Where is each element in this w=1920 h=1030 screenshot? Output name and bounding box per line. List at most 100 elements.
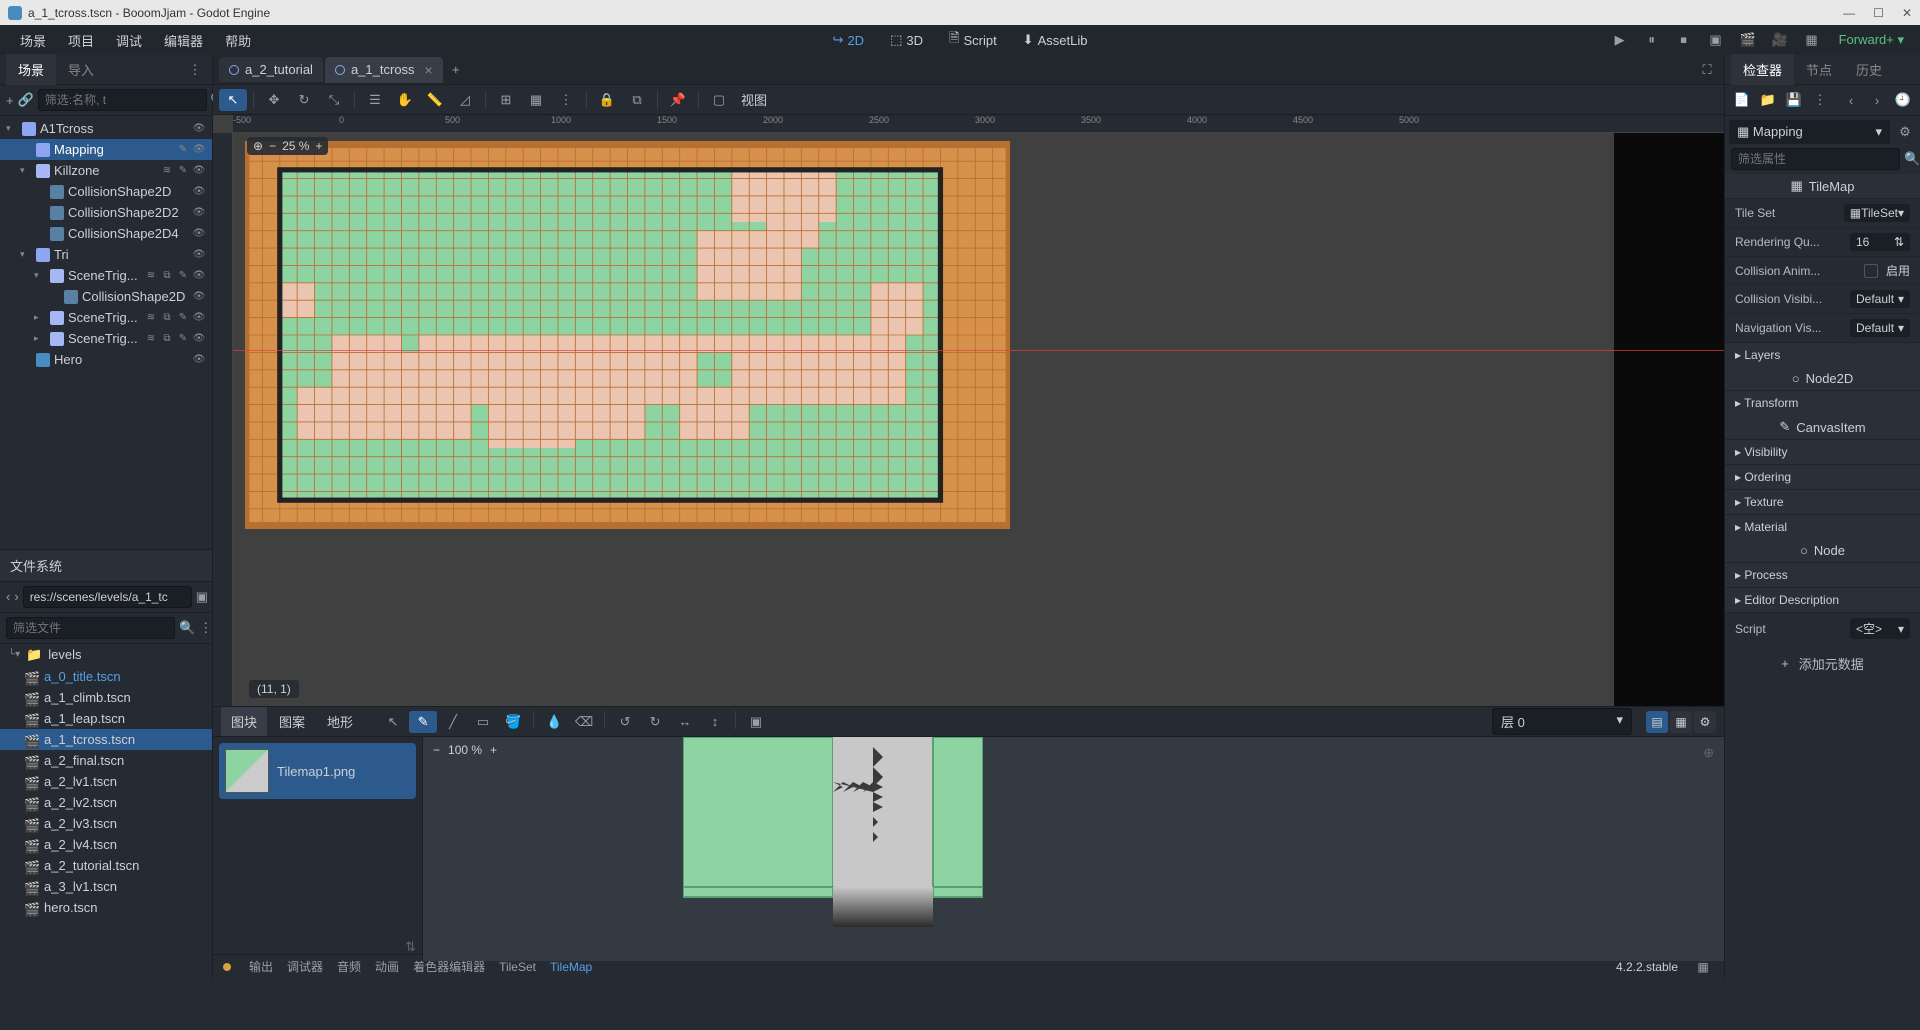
tile-tab-patterns[interactable]: 图案 xyxy=(269,707,315,736)
tile-viewport[interactable]: − 100 % + xyxy=(423,737,1724,961)
status-tilemap[interactable]: TileMap xyxy=(550,960,592,974)
tree-node[interactable]: CollisionShape2D👁 xyxy=(0,181,212,202)
section-transform[interactable]: ▸ Transform xyxy=(1725,390,1920,415)
prop-cv-value[interactable]: Default ▾ xyxy=(1850,290,1910,308)
play-scene-button[interactable]: 🎬 xyxy=(1737,29,1759,51)
snap-tool[interactable]: ⊞ xyxy=(492,89,520,111)
fs-file[interactable]: 🎬hero.tscn xyxy=(0,897,212,918)
tree-node[interactable]: ▾A1Tcross👁 xyxy=(0,118,212,139)
menu-scene[interactable]: 场景 xyxy=(10,27,56,54)
fs-sort-icon[interactable]: ⋮ xyxy=(199,617,212,639)
fs-file[interactable]: 🎬a_1_tcross.tscn xyxy=(0,729,212,750)
tree-node[interactable]: CollisionShape2D4👁 xyxy=(0,223,212,244)
section-editor-desc[interactable]: ▸ Editor Description xyxy=(1725,587,1920,612)
tree-node[interactable]: ▾Killzone≋✎👁 xyxy=(0,160,212,181)
tile-paint-tool[interactable]: ✎ xyxy=(409,711,437,733)
fs-file[interactable]: 🎬a_2_final.tscn xyxy=(0,750,212,771)
section-visibility[interactable]: ▸ Visibility xyxy=(1725,439,1920,464)
tree-node[interactable]: ▸SceneTrig...≋⧉✎👁 xyxy=(0,307,212,328)
movie-button[interactable]: ▦ xyxy=(1801,29,1823,51)
renderer-dropdown[interactable]: Forward+ ▾ xyxy=(1833,30,1910,50)
inspector-filter[interactable] xyxy=(1731,148,1900,170)
ruler-tool[interactable]: 📏 xyxy=(421,89,449,111)
rotate-tool[interactable]: ↻ xyxy=(290,89,318,111)
fs-file[interactable]: 🎬a_2_tutorial.tscn xyxy=(0,855,212,876)
fs-filter-input[interactable] xyxy=(6,617,175,639)
group-tool[interactable]: ⧉ xyxy=(623,89,651,111)
tile-picker-tool[interactable]: 💧 xyxy=(540,711,568,733)
section-material[interactable]: ▸ Material xyxy=(1725,514,1920,539)
fs-folder[interactable]: └▾ 📁 levels xyxy=(0,644,212,666)
menu-help[interactable]: 帮助 xyxy=(215,27,261,54)
scene-filter-input[interactable] xyxy=(38,89,207,111)
prop-rq-value[interactable]: 16 ⇅ xyxy=(1850,233,1910,251)
prop-cb[interactable] xyxy=(1864,264,1878,278)
scene-tab-1[interactable]: a_1_tcross × xyxy=(325,57,443,83)
tile-bucket-tool[interactable]: 🪣 xyxy=(499,711,527,733)
stop-button[interactable]: ⏹ xyxy=(1673,29,1695,51)
play-custom-button[interactable]: 🎥 xyxy=(1769,29,1791,51)
fs-file[interactable]: 🎬a_0_title.tscn xyxy=(0,666,212,687)
layer-dropdown[interactable]: 层 0▾ xyxy=(1492,708,1632,735)
fs-fwd[interactable]: › xyxy=(14,586,18,608)
insp-hist-icon[interactable]: 🕘 xyxy=(1892,89,1914,111)
tile-zoom-in[interactable]: + xyxy=(490,743,497,757)
tile-random[interactable]: ▣ xyxy=(742,711,770,733)
tab-node[interactable]: 节点 xyxy=(1794,54,1844,85)
menu-editor[interactable]: 编辑器 xyxy=(154,27,213,54)
tree-node[interactable]: ▸SceneTrig...≋⧉✎👁 xyxy=(0,328,212,349)
layer-grid-icon[interactable]: ▦ xyxy=(1670,711,1692,733)
workspace-assetlib[interactable]: ⬇ AssetLib xyxy=(1013,25,1098,55)
workspace-script[interactable]: 🗎 Script xyxy=(939,25,1007,55)
fs-file[interactable]: 🎬a_2_lv1.tscn xyxy=(0,771,212,792)
lock-tool[interactable]: 🔒 xyxy=(593,89,621,111)
select-tool[interactable]: ↖ xyxy=(219,89,247,111)
insp-search-icon[interactable]: 🔍 xyxy=(1904,148,1920,170)
status-debugger[interactable]: 调试器 xyxy=(287,958,323,975)
tile-eraser-tool[interactable]: ⌫ xyxy=(570,711,598,733)
pause-button[interactable]: ⏸ xyxy=(1641,29,1663,51)
tab-inspector[interactable]: 检查器 xyxy=(1731,54,1794,85)
section-ordering[interactable]: ▸ Ordering xyxy=(1725,464,1920,489)
close-button[interactable]: ✕ xyxy=(1902,6,1912,20)
workspace-2d[interactable]: ↪ 2D xyxy=(823,25,875,55)
status-output[interactable]: 输出 xyxy=(249,958,273,975)
frame-tool[interactable]: ▢ xyxy=(705,89,733,111)
insp-fwd[interactable]: › xyxy=(1866,89,1888,111)
grid-tool[interactable]: ▦ xyxy=(522,89,550,111)
tree-node[interactable]: ▾SceneTrig...≋⧉✎👁 xyxy=(0,265,212,286)
node-selector[interactable]: ▦ Mapping▾ xyxy=(1729,120,1890,144)
tile-line-tool[interactable]: ╱ xyxy=(439,711,467,733)
tile-tab-terrain[interactable]: 地形 xyxy=(317,707,363,736)
minimize-button[interactable]: — xyxy=(1843,6,1855,20)
pan-tool[interactable]: ✋ xyxy=(391,89,419,111)
tree-node[interactable]: Mapping✎👁 xyxy=(0,139,212,160)
link-icon[interactable]: 🔗 xyxy=(18,89,34,111)
tree-node[interactable]: CollisionShape2D2👁 xyxy=(0,202,212,223)
tileset-item[interactable]: Tilemap1.png xyxy=(219,743,416,799)
play-button[interactable]: ▶ xyxy=(1609,29,1631,51)
view-dropdown[interactable]: 视图 xyxy=(735,90,773,109)
tree-node[interactable]: CollisionShape2D👁 xyxy=(0,286,212,307)
zoom-out[interactable]: − xyxy=(269,139,276,153)
insp-menu-icon[interactable]: ⋮ xyxy=(1809,89,1831,111)
tile-rotate-cw[interactable]: ↻ xyxy=(641,711,669,733)
fs-file[interactable]: 🎬a_1_climb.tscn xyxy=(0,687,212,708)
close-tab-icon[interactable]: × xyxy=(425,62,433,78)
section-texture[interactable]: ▸ Texture xyxy=(1725,489,1920,514)
insp-extra-icon[interactable]: ⚙ xyxy=(1894,121,1916,143)
add-metadata-button[interactable]: +添加元数据 xyxy=(1725,644,1920,683)
prop-nv-value[interactable]: Default ▾ xyxy=(1850,319,1910,337)
scene-tab-0[interactable]: a_2_tutorial xyxy=(219,57,323,82)
measure-tool[interactable]: ◿ xyxy=(451,89,479,111)
zoom-in[interactable]: + xyxy=(315,139,322,153)
insp-back[interactable]: ‹ xyxy=(1840,89,1862,111)
tree-node[interactable]: Hero👁 xyxy=(0,349,212,370)
prop-tileset-value[interactable]: ▦ TileSet ▾ xyxy=(1844,204,1910,222)
status-tileset[interactable]: TileSet xyxy=(499,960,536,974)
layer-highlight-icon[interactable]: ▤ xyxy=(1646,711,1668,733)
tile-tab-tiles[interactable]: 图块 xyxy=(221,707,267,736)
tile-flip-h[interactable]: ↔ xyxy=(671,711,699,733)
insp-new-icon[interactable]: 📄 xyxy=(1731,89,1753,111)
scale-tool[interactable]: ⤡ xyxy=(320,89,348,111)
